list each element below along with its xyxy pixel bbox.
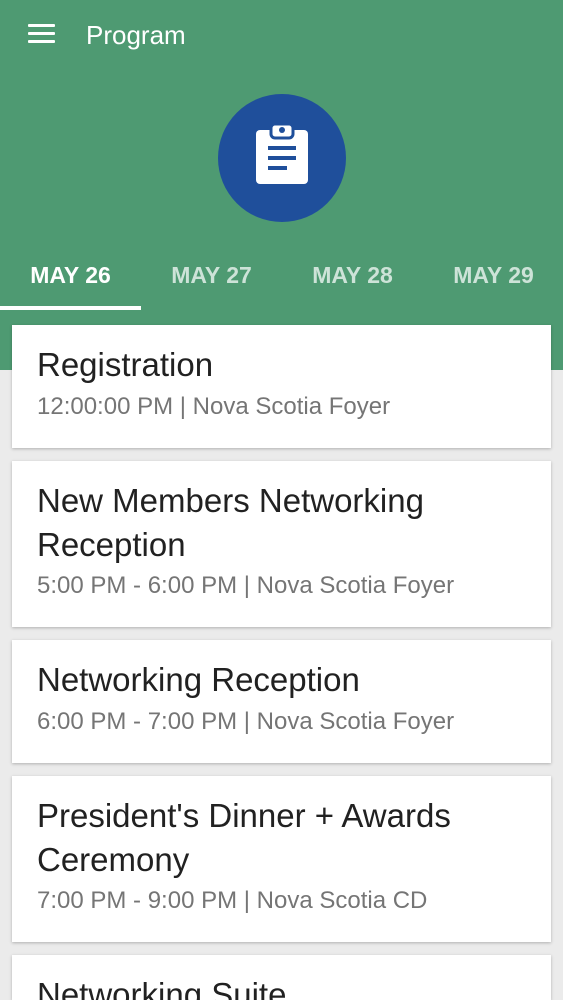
- selected-tab-indicator: [0, 306, 141, 310]
- date-tabs: MAY 26 MAY 27 MAY 28 MAY 29: [0, 240, 563, 310]
- clipboard-icon: [256, 124, 308, 184]
- tab-may-27[interactable]: MAY 27: [141, 240, 282, 310]
- event-title: President's Dinner + Awards Ceremony: [37, 797, 451, 878]
- event-title: New Members Networking Reception: [37, 482, 424, 563]
- event-card[interactable]: President's Dinner + Awards Ceremony 7:0…: [12, 776, 551, 942]
- hamburger-menu-icon[interactable]: [22, 18, 62, 52]
- toolbar: Program: [0, 0, 563, 70]
- event-card[interactable]: Registration 12:00:00 PM | Nova Scotia F…: [12, 325, 551, 448]
- app-screen: Program MAY 26 MAY 27 MAY 28 MAY 29 Regi…: [0, 0, 563, 1000]
- event-card[interactable]: New Members Networking Reception 5:00 PM…: [12, 461, 551, 627]
- hero-icon-circle: [218, 94, 346, 222]
- tab-may-26[interactable]: MAY 26: [0, 240, 141, 310]
- event-details: 5:00 PM - 6:00 PM | Nova Scotia Foyer: [37, 572, 455, 599]
- event-details: 6:00 PM - 7:00 PM | Nova Scotia Foyer: [37, 708, 455, 735]
- event-title: Networking Reception: [37, 661, 360, 698]
- event-title: Networking Suite: [37, 976, 287, 1000]
- event-card[interactable]: Networking Suite: [12, 955, 551, 1000]
- event-title: Registration: [37, 346, 214, 383]
- event-details: 7:00 PM - 9:00 PM | Nova Scotia CD: [37, 887, 428, 914]
- event-card[interactable]: Networking Reception 6:00 PM - 7:00 PM |…: [12, 640, 551, 763]
- page-title: Program: [86, 20, 186, 50]
- event-details: 12:00:00 PM | Nova Scotia Foyer: [37, 393, 391, 420]
- tab-may-28[interactable]: MAY 28: [282, 240, 423, 310]
- tab-may-29[interactable]: MAY 29: [423, 240, 563, 310]
